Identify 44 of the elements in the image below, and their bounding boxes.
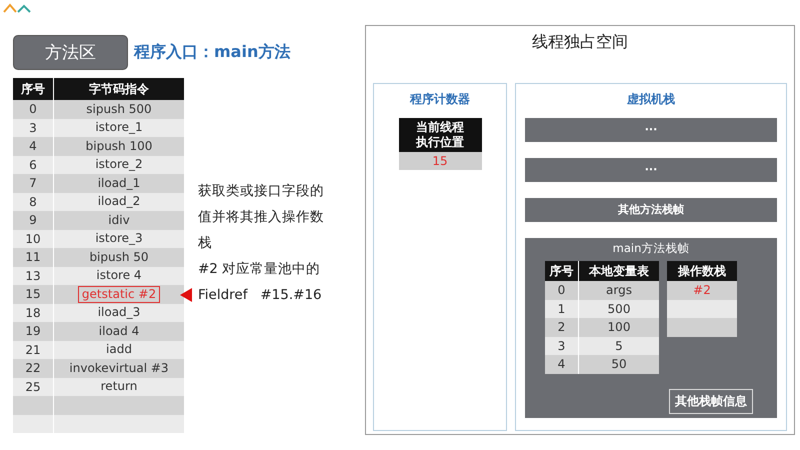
column-header: 字节码指令 (88, 80, 150, 98)
table-cell-text: bipush 50 (88, 250, 150, 265)
note-text: Fieldref #15.#16 (198, 286, 323, 305)
stack-frame: ··· (525, 118, 777, 142)
column-header: 操作数栈 (667, 261, 737, 281)
note-text: 获取类或接口字段的值并将其推入操作数栈 (198, 182, 325, 253)
table-cell-text: return (100, 379, 138, 394)
table-cell-text: sipush 500 (85, 102, 153, 117)
note-text: #2 对应常量池中的 (198, 260, 322, 279)
table-cell-text: 5 (614, 338, 624, 353)
table-cell-text: istore_1 (94, 120, 144, 136)
stack-frame: ··· (525, 158, 777, 182)
table-cell-text: idiv (107, 212, 131, 228)
empty-stack-slot (667, 300, 737, 318)
empty-stack-slot (667, 318, 737, 336)
table-cell-text: 50 (610, 357, 628, 372)
program-counter-title: 程序计数器 (410, 91, 470, 108)
counter-label: 当前线程 执行位置 (398, 118, 482, 152)
table-cell-text: 100 (606, 320, 632, 334)
table-cell: 4 (545, 355, 579, 374)
stack-frame: 其他方法栈帧 (525, 198, 777, 222)
table-cell-text: istore_3 (94, 231, 144, 246)
entry-title: 程序入口：main方法 (134, 42, 290, 63)
table-cell-text: iload_2 (96, 194, 142, 210)
table-cell: getstatic #2 (78, 286, 160, 303)
table-cell-text: invokevirtual #3 (68, 360, 170, 376)
table-cell-text: iload_1 (96, 176, 142, 191)
vm-stack-title: 虚拟机栈 (626, 91, 676, 108)
pointer-triangle-icon (180, 288, 192, 302)
counter-value: 15 (398, 152, 482, 170)
stack-slot: #2 (667, 281, 737, 300)
table-cell-text: istore_2 (94, 157, 144, 172)
frame-info-label: 其他栈帧信息 (669, 388, 753, 414)
thread-space-title: 线程独占空间 (531, 32, 629, 53)
table-cell-text: iload 4 (98, 324, 140, 339)
column-header: 本地变量表 (588, 262, 650, 280)
table-cell-text: iadd (105, 342, 133, 358)
main-frame-title: main方法栈帧 (612, 241, 690, 256)
table-cell-text: args (605, 283, 633, 298)
method-area-label: 方法区 (13, 35, 128, 70)
table-cell-text: iload_3 (96, 305, 142, 320)
table-cell-text: istore 4 (95, 268, 143, 284)
table-cell-text: 500 (606, 302, 632, 316)
table-cell-text: bipush 100 (84, 138, 154, 154)
